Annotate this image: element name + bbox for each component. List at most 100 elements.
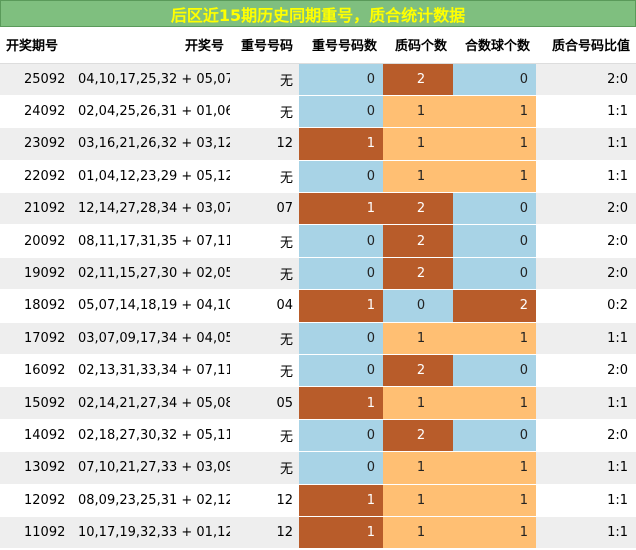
header-repeat-count: 重号号码数 bbox=[299, 27, 383, 64]
prime-count-cell: 2 bbox=[383, 63, 453, 96]
prime-count-cell: 2 bbox=[383, 192, 453, 226]
ratio-cell: 1:1 bbox=[536, 516, 636, 550]
ratio-cell: 1:1 bbox=[536, 451, 636, 485]
header-ratio: 质合号码比值 bbox=[536, 27, 636, 64]
issue-cell: 20092 bbox=[0, 224, 72, 258]
repeat-cell: 07 bbox=[230, 192, 299, 226]
numbers-cell: 08,09,23,25,31 + 02,12 bbox=[72, 484, 230, 517]
ratio-cell: 2:0 bbox=[536, 192, 636, 226]
prime-count-cell: 1 bbox=[383, 451, 453, 485]
repeat-cell: 无 bbox=[230, 63, 299, 96]
ratio-cell: 1:1 bbox=[536, 322, 636, 356]
header-prime-count: 质码个数 bbox=[383, 27, 453, 64]
repeat-cell: 05 bbox=[230, 386, 299, 420]
composite-count-cell: 1 bbox=[453, 451, 536, 485]
stats-panel: 后区近15期历史同期重号，质合统计数据 开奖期号 开奖号 重号号码 重号号码数 … bbox=[0, 0, 636, 550]
issue-cell: 18092 bbox=[0, 289, 72, 323]
issue-cell: 23092 bbox=[0, 127, 72, 161]
ratio-cell: 1:1 bbox=[536, 484, 636, 517]
numbers-cell: 03,07,09,17,34 + 04,05 bbox=[72, 322, 230, 356]
numbers-cell: 02,04,25,26,31 + 01,06 bbox=[72, 95, 230, 129]
stats-table: 开奖期号 开奖号 重号号码 重号号码数 质码个数 合数球个数 质合号码比值 25… bbox=[0, 27, 636, 550]
repeat-cell: 无 bbox=[230, 419, 299, 453]
repeat-count-cell: 1 bbox=[299, 289, 383, 323]
repeat-count-cell: 1 bbox=[299, 192, 383, 226]
prime-count-cell: 2 bbox=[383, 354, 453, 388]
header-issue: 开奖期号 bbox=[0, 27, 72, 64]
prime-count-cell: 0 bbox=[383, 289, 453, 323]
composite-count-cell: 1 bbox=[453, 322, 536, 356]
issue-cell: 17092 bbox=[0, 322, 72, 356]
ratio-cell: 2:0 bbox=[536, 63, 636, 96]
table-row: 15092 02,14,21,27,34 + 05,08 05 1 1 1 1:1 bbox=[0, 386, 636, 420]
repeat-cell: 04 bbox=[230, 289, 299, 323]
table-row: 12092 08,09,23,25,31 + 02,12 12 1 1 1 1:1 bbox=[0, 484, 636, 517]
issue-cell: 11092 bbox=[0, 516, 72, 550]
repeat-count-cell: 0 bbox=[299, 224, 383, 258]
composite-count-cell: 0 bbox=[453, 63, 536, 96]
table-row: 20092 08,11,17,31,35 + 07,11 无 0 2 0 2:0 bbox=[0, 224, 636, 258]
issue-cell: 15092 bbox=[0, 386, 72, 420]
prime-count-cell: 2 bbox=[383, 419, 453, 453]
repeat-count-cell: 0 bbox=[299, 257, 383, 291]
numbers-cell: 01,04,12,23,29 + 05,12 bbox=[72, 160, 230, 194]
composite-count-cell: 2 bbox=[453, 289, 536, 323]
repeat-count-cell: 1 bbox=[299, 516, 383, 550]
repeat-cell: 12 bbox=[230, 484, 299, 517]
table-row: 14092 02,18,27,30,32 + 05,11 无 0 2 0 2:0 bbox=[0, 419, 636, 453]
prime-count-cell: 2 bbox=[383, 257, 453, 291]
numbers-cell: 02,13,31,33,34 + 07,11 bbox=[72, 354, 230, 388]
repeat-count-cell: 0 bbox=[299, 160, 383, 194]
repeat-cell: 无 bbox=[230, 224, 299, 258]
composite-count-cell: 1 bbox=[453, 127, 536, 161]
table-row: 19092 02,11,15,27,30 + 02,05 无 0 2 0 2:0 bbox=[0, 257, 636, 291]
prime-count-cell: 1 bbox=[383, 386, 453, 420]
repeat-cell: 12 bbox=[230, 127, 299, 161]
ratio-cell: 1:1 bbox=[536, 386, 636, 420]
numbers-cell: 02,14,21,27,34 + 05,08 bbox=[72, 386, 230, 420]
table-row: 18092 05,07,14,18,19 + 04,10 04 1 0 2 0:2 bbox=[0, 289, 636, 323]
repeat-count-cell: 0 bbox=[299, 63, 383, 96]
repeat-count-cell: 1 bbox=[299, 127, 383, 161]
numbers-cell: 12,14,27,28,34 + 03,07 bbox=[72, 192, 230, 226]
ratio-cell: 2:0 bbox=[536, 257, 636, 291]
composite-count-cell: 1 bbox=[453, 95, 536, 129]
table-row: 21092 12,14,27,28,34 + 03,07 07 1 2 0 2:0 bbox=[0, 192, 636, 226]
prime-count-cell: 1 bbox=[383, 95, 453, 129]
issue-cell: 24092 bbox=[0, 95, 72, 129]
header-repeat: 重号号码 bbox=[230, 27, 299, 64]
table-row: 16092 02,13,31,33,34 + 07,11 无 0 2 0 2:0 bbox=[0, 354, 636, 388]
numbers-cell: 02,11,15,27,30 + 02,05 bbox=[72, 257, 230, 291]
repeat-cell: 无 bbox=[230, 160, 299, 194]
prime-count-cell: 1 bbox=[383, 516, 453, 550]
repeat-count-cell: 1 bbox=[299, 386, 383, 420]
header-numbers: 开奖号 bbox=[72, 27, 230, 64]
issue-cell: 21092 bbox=[0, 192, 72, 226]
issue-cell: 25092 bbox=[0, 63, 72, 96]
ratio-cell: 1:1 bbox=[536, 127, 636, 161]
composite-count-cell: 0 bbox=[453, 192, 536, 226]
ratio-cell: 1:1 bbox=[536, 160, 636, 194]
repeat-cell: 无 bbox=[230, 354, 299, 388]
table-row: 22092 01,04,12,23,29 + 05,12 无 0 1 1 1:1 bbox=[0, 160, 636, 194]
issue-cell: 22092 bbox=[0, 160, 72, 194]
numbers-cell: 02,18,27,30,32 + 05,11 bbox=[72, 419, 230, 453]
table-row: 23092 03,16,21,26,32 + 03,12 12 1 1 1 1:1 bbox=[0, 127, 636, 161]
table-row: 17092 03,07,09,17,34 + 04,05 无 0 1 1 1:1 bbox=[0, 322, 636, 356]
numbers-cell: 03,16,21,26,32 + 03,12 bbox=[72, 127, 230, 161]
repeat-cell: 无 bbox=[230, 257, 299, 291]
composite-count-cell: 0 bbox=[453, 224, 536, 258]
numbers-cell: 08,11,17,31,35 + 07,11 bbox=[72, 224, 230, 258]
issue-cell: 12092 bbox=[0, 484, 72, 517]
ratio-cell: 2:0 bbox=[536, 419, 636, 453]
issue-cell: 19092 bbox=[0, 257, 72, 291]
prime-count-cell: 1 bbox=[383, 160, 453, 194]
composite-count-cell: 1 bbox=[453, 386, 536, 420]
ratio-cell: 2:0 bbox=[536, 224, 636, 258]
repeat-count-cell: 1 bbox=[299, 484, 383, 517]
numbers-cell: 05,07,14,18,19 + 04,10 bbox=[72, 289, 230, 323]
prime-count-cell: 1 bbox=[383, 484, 453, 517]
numbers-cell: 10,17,19,32,33 + 01,12 bbox=[72, 516, 230, 550]
numbers-cell: 04,10,17,25,32 + 05,07 bbox=[72, 63, 230, 96]
composite-count-cell: 0 bbox=[453, 354, 536, 388]
